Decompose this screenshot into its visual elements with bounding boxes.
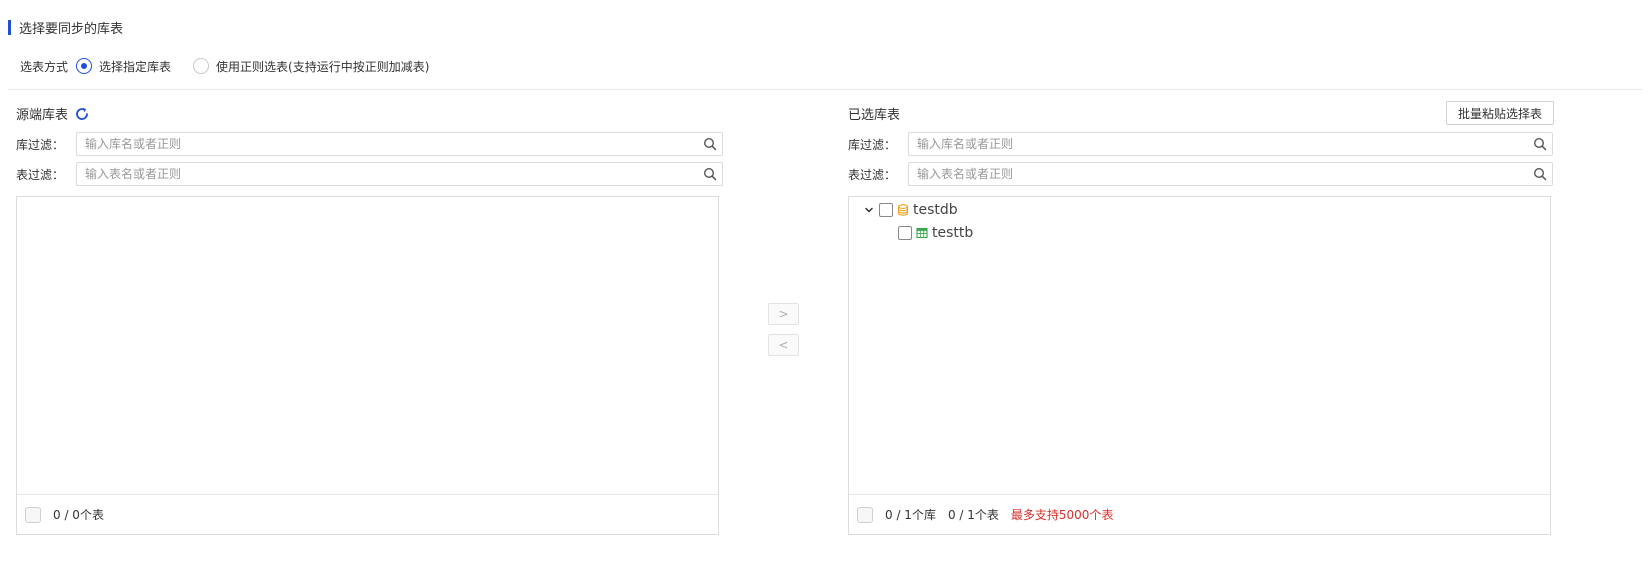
selected-db-count: 0 / 1个库 (885, 508, 936, 522)
selected-db-filter-row: 库过滤： (848, 132, 1553, 156)
selected-list-footer: 0 / 1个库 0 / 1个表 最多支持5000个表 (849, 494, 1550, 534)
tree-node-database[interactable]: testdb (863, 201, 958, 219)
source-select-all-checkbox[interactable] (25, 506, 41, 523)
search-icon[interactable] (1533, 167, 1547, 181)
source-table-filter-input[interactable] (85, 167, 722, 181)
source-table-filter-box (76, 162, 723, 186)
sync-table-selector: 选择要同步的库表 选表方式 选择指定库表 使用正则选表(支持运行中按正则加减表)… (0, 0, 1650, 583)
selected-table-filter-row: 表过滤： (848, 162, 1553, 186)
source-table-list[interactable]: 0 / 0个表 (16, 196, 719, 535)
refresh-icon[interactable] (74, 106, 90, 122)
section-header: 选择要同步的库表 (8, 19, 124, 37)
chevron-down-icon[interactable] (863, 204, 875, 216)
move-left-button[interactable]: < (768, 334, 799, 356)
selection-mode-label: 选表方式 (20, 59, 69, 74)
selected-table-filter-input[interactable] (917, 167, 1552, 181)
batch-paste-button[interactable]: 批量粘贴选择表 (1446, 101, 1555, 125)
selected-title-text: 已选库表 (848, 108, 901, 123)
table-limit-warning: 最多支持5000个表 (1010, 508, 1114, 522)
radio-regex-tables-label[interactable]: 使用正则选表(支持运行中按正则加减表) (216, 58, 429, 75)
source-title-text: 源端库表 (16, 108, 69, 123)
tree-node-table[interactable]: testtb (898, 224, 973, 242)
source-db-filter-label: 库过滤： (16, 137, 65, 152)
radio-specified-tables[interactable] (76, 58, 93, 74)
selection-mode-row: 选表方式 选择指定库表 使用正则选表(支持运行中按正则加减表) (20, 57, 451, 75)
selected-table-filter-box (908, 162, 1553, 186)
section-title: 选择要同步的库表 (19, 21, 124, 37)
selected-table-filter-label: 表过滤： (848, 167, 897, 182)
radio-regex-tables[interactable] (193, 58, 210, 74)
selected-db-filter-box (908, 132, 1553, 156)
selected-db-filter-label: 库过滤： (848, 137, 897, 152)
source-panel-title: 源端库表 (16, 104, 90, 123)
source-table-filter-label: 表过滤： (16, 167, 65, 182)
table-name[interactable]: testtb (932, 225, 973, 241)
database-name[interactable]: testdb (913, 202, 958, 218)
search-icon[interactable] (1533, 137, 1547, 151)
source-table-filter-row: 表过滤： (16, 162, 723, 186)
section-divider (8, 89, 1642, 90)
database-checkbox[interactable] (879, 203, 893, 217)
source-db-filter-input[interactable] (85, 137, 722, 151)
source-table-count: 0 / 0个表 (53, 508, 104, 522)
source-list-footer: 0 / 0个表 (17, 494, 718, 534)
selected-db-filter-input[interactable] (917, 137, 1552, 151)
selected-table-tree[interactable]: testdb testtb 0 / 1个库 0 / 1个表 最多支持5000个表 (848, 196, 1551, 535)
selected-panel-title: 已选库表 (848, 104, 900, 123)
source-db-filter-row: 库过滤： (16, 132, 723, 156)
section-accent-bar (8, 19, 11, 35)
selected-table-count: 0 / 1个表 (947, 508, 999, 522)
move-right-button[interactable]: > (768, 303, 799, 325)
selected-select-all-checkbox[interactable] (857, 506, 873, 523)
search-icon[interactable] (703, 167, 717, 181)
source-db-filter-box (76, 132, 723, 156)
table-checkbox[interactable] (898, 226, 912, 240)
database-icon (897, 204, 909, 216)
radio-specified-tables-label[interactable]: 选择指定库表 (99, 58, 171, 75)
search-icon[interactable] (703, 137, 717, 151)
table-icon (916, 227, 928, 239)
